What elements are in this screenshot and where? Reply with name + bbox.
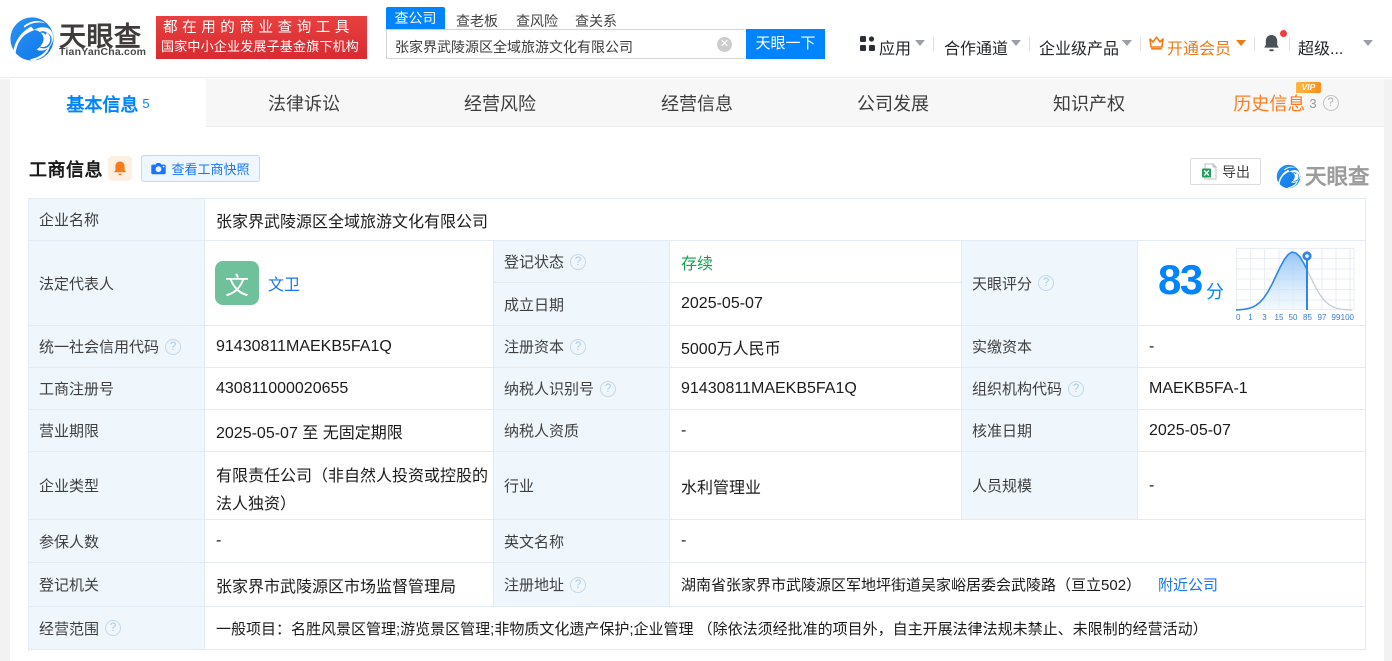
svg-text:85: 85 (1303, 313, 1312, 322)
svg-text:99: 99 (1332, 313, 1341, 322)
svg-text:97: 97 (1318, 313, 1327, 322)
svg-text:15: 15 (1275, 313, 1284, 322)
svg-text:100: 100 (1341, 313, 1355, 322)
svg-text:50: 50 (1289, 313, 1298, 322)
svg-text:0: 0 (1236, 313, 1241, 322)
svg-text:1: 1 (1248, 313, 1253, 322)
svg-text:3: 3 (1262, 313, 1267, 322)
